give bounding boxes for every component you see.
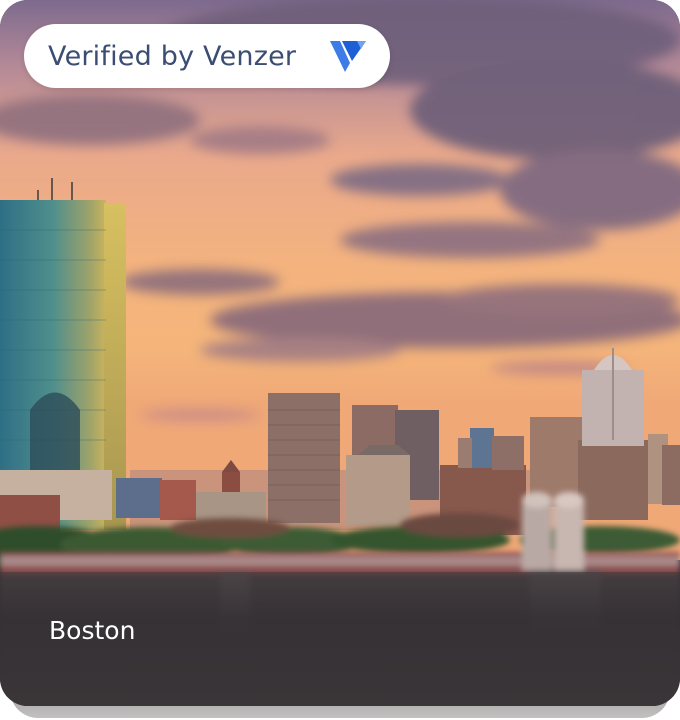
venzer-logo-icon [330, 41, 366, 72]
verified-badge-text: Verified by Venzer [48, 40, 297, 72]
location-card[interactable]: Boston Verified by Venzer [0, 0, 680, 706]
verified-badge: Verified by Venzer [24, 24, 390, 88]
city-name: Boston [49, 616, 136, 645]
